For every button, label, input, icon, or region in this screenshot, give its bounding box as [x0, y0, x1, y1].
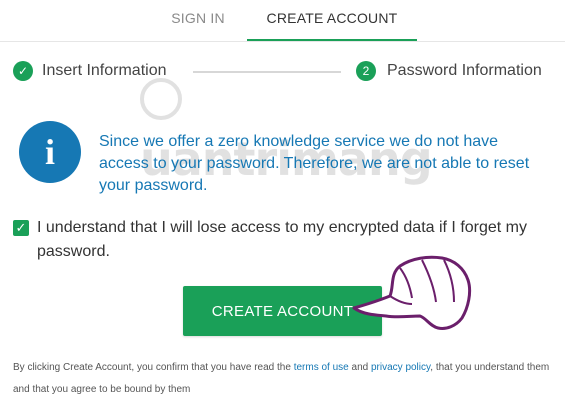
info-notice: i Since we offer a zero knowledge servic…	[19, 121, 559, 201]
auth-tabs: SIGN IN CREATE ACCOUNT	[0, 0, 565, 42]
tab-create-account[interactable]: CREATE ACCOUNT	[247, 10, 417, 42]
step-connector	[193, 71, 341, 73]
footer-text-2: and	[348, 362, 371, 373]
info-text: Since we offer a zero knowledge service …	[99, 133, 530, 194]
legal-footer: By clicking Create Account, you confirm …	[13, 357, 558, 401]
hand-pointer-icon	[352, 255, 472, 330]
agreement-row: ✓ I understand that I will lose access t…	[13, 216, 563, 272]
progress-steps: ✓ Insert Information 2 Password Informat…	[13, 61, 558, 83]
lightbulb-icon	[140, 77, 182, 120]
tab-sign-in[interactable]: SIGN IN	[158, 10, 238, 42]
privacy-policy-link[interactable]: privacy policy	[371, 362, 430, 373]
step-2-label: Password Information	[387, 62, 542, 79]
step-1-label: Insert Information	[42, 62, 167, 79]
agreement-label: I understand that I will lose access to …	[37, 219, 528, 260]
footer-text-1: By clicking Create Account, you confirm …	[13, 362, 294, 373]
step-2-number-badge: 2	[356, 61, 376, 81]
step-1-check-icon: ✓	[13, 61, 33, 81]
terms-of-use-link[interactable]: terms of use	[294, 362, 349, 373]
tab-divider	[0, 41, 565, 42]
agreement-checkbox[interactable]: ✓	[13, 220, 29, 236]
info-icon: i	[19, 121, 81, 183]
